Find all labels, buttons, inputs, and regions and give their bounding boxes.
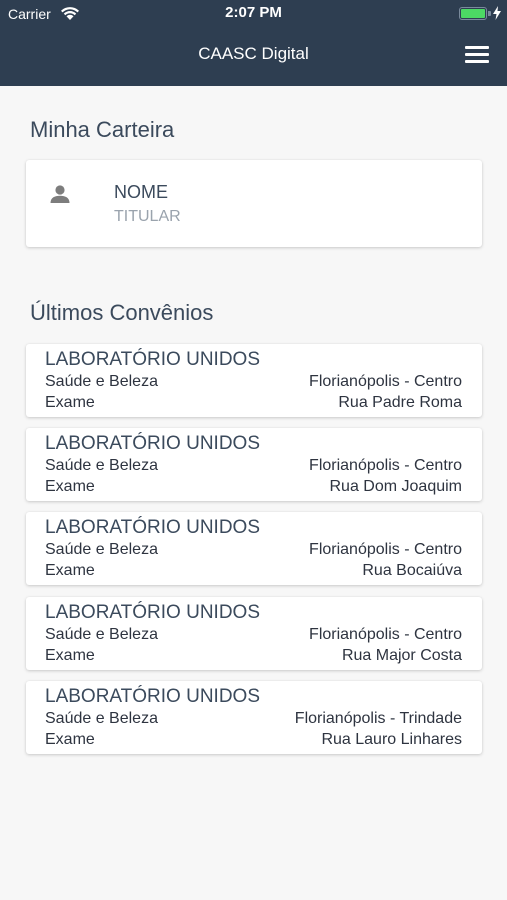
convenio-street: Rua Padre Roma <box>338 394 462 411</box>
convenio-category: Saúde e Beleza <box>45 457 158 474</box>
battery-tip <box>488 11 491 16</box>
convenio-city: Florianópolis - Centro <box>309 541 462 558</box>
convenio-name: LABORATÓRIO UNIDOS <box>45 433 261 454</box>
convenio-name: LABORATÓRIO UNIDOS <box>45 349 261 370</box>
convenio-card[interactable]: LABORATÓRIO UNIDOS Saúde e Beleza Florian… <box>26 512 482 585</box>
wallet-card[interactable]: NOME TITULAR <box>26 160 482 247</box>
convenio-city: Florianópolis - Centro <box>309 457 462 474</box>
convenio-name: LABORATÓRIO UNIDOS <box>45 517 261 538</box>
convenios-section-title: Últimos Convênios <box>30 300 214 325</box>
convenio-street: Rua Bocaiúva <box>362 562 462 579</box>
convenio-city: Florianópolis - Centro <box>309 626 462 643</box>
convenio-category: Saúde e Beleza <box>45 626 158 643</box>
convenio-type: Exame <box>45 394 95 411</box>
convenio-city: Florianópolis - Trindade <box>294 710 462 727</box>
convenio-street: Rua Lauro Linhares <box>321 731 462 748</box>
charging-icon <box>493 6 501 20</box>
convenio-street: Rua Major Costa <box>341 647 462 664</box>
convenio-type: Exame <box>45 647 95 664</box>
hamburger-menu-icon[interactable] <box>465 44 489 64</box>
convenio-city: Florianópolis - Centro <box>309 373 462 390</box>
convenio-card[interactable]: LABORATÓRIO UNIDOS Saúde e Beleza Florian… <box>26 681 482 754</box>
convenio-card[interactable]: LABORATÓRIO UNIDOS Saúde e Beleza Florian… <box>26 597 482 670</box>
wallet-section-title: Minha Carteira <box>30 117 175 142</box>
convenio-street: Rua Dom Joaquim <box>329 478 463 495</box>
battery-icon <box>459 7 487 20</box>
convenio-type: Exame <box>45 562 95 579</box>
wallet-holder-role: TITULAR <box>114 208 181 225</box>
nav-title: CAASC Digital <box>198 44 309 63</box>
wallet-holder-name: NOME <box>114 182 168 202</box>
app-header: Carrier 2:07 PM CAASC Digital <box>0 0 507 86</box>
status-time: 2:07 PM <box>225 4 282 21</box>
convenio-card[interactable]: LABORATÓRIO UNIDOS Saúde e Beleza Florian… <box>26 428 482 501</box>
convenio-category: Saúde e Beleza <box>45 373 158 390</box>
convenio-category: Saúde e Beleza <box>45 541 158 558</box>
person-icon <box>50 185 70 203</box>
status-bar: Carrier 2:07 PM <box>0 0 507 28</box>
convenio-card[interactable]: LABORATÓRIO UNIDOS Saúde e Beleza Florian… <box>26 344 482 417</box>
convenio-name: LABORATÓRIO UNIDOS <box>45 686 261 707</box>
convenio-category: Saúde e Beleza <box>45 710 158 727</box>
convenio-name: LABORATÓRIO UNIDOS <box>45 602 261 623</box>
convenio-type: Exame <box>45 731 95 748</box>
convenio-type: Exame <box>45 478 95 495</box>
